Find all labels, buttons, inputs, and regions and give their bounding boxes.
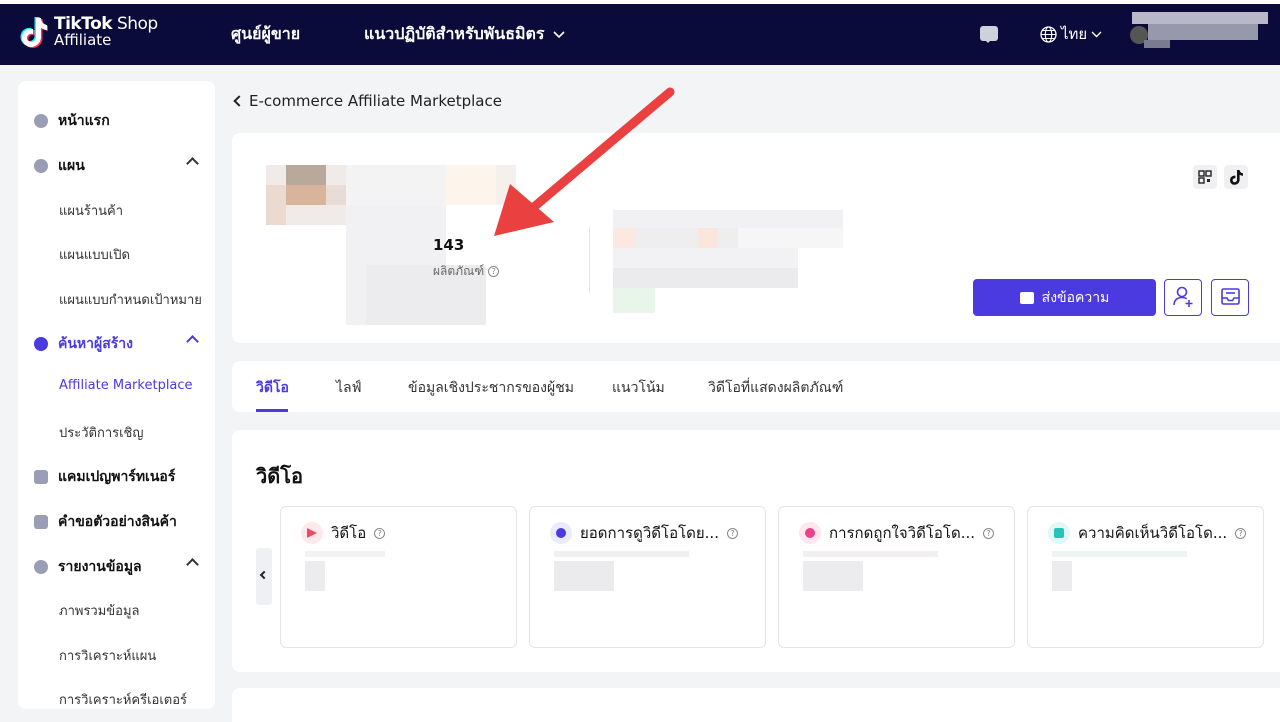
metric-label: การกดถูกใจวิดีโอโด...	[829, 524, 975, 542]
home-icon	[34, 114, 48, 128]
heart-icon	[799, 522, 821, 544]
metric-card-videos: วิดีโอ ?	[280, 506, 517, 648]
logo-shop: Shop	[112, 14, 158, 34]
qr-code-icon[interactable]	[1193, 165, 1217, 189]
sidebar-item-invitation-history[interactable]: ประวัติการเชิญ	[59, 422, 215, 443]
user-account-blurred[interactable]	[1122, 10, 1270, 48]
annotation-arrow	[494, 87, 675, 236]
sidebar-item-targeted-plan[interactable]: แผนแบบกำหนดเป้าหมาย	[59, 289, 215, 310]
tiktok-shop-logo[interactable]: TikTok Shop Affiliate	[20, 16, 158, 48]
chart-icon	[34, 560, 48, 574]
send-message-label: ส่งข้อความ	[1041, 288, 1110, 305]
nav-partner-guidelines-label: แนวปฏิบัติสำหรับพันธมิตร	[364, 24, 545, 43]
metric-card-video-comments: ความคิดเห็นวิดีโอโด... ?	[1027, 506, 1264, 648]
sidebar-item-label: ค้นหาผู้สร้าง	[58, 336, 133, 352]
sidebar-item-label: แคมเปญพาร์ทเนอร์	[58, 469, 176, 485]
sidebar-item-sample-requests[interactable]: คำขอตัวอย่างสินค้า	[34, 511, 215, 533]
logo-affiliate: Affiliate	[54, 31, 112, 49]
tab-live[interactable]: ไลฟ์	[336, 377, 362, 399]
nav-partner-guidelines[interactable]: แนวปฏิบัติสำหรับพันธมิตร	[364, 22, 565, 47]
metric-label: ความคิดเห็นวิดีโอโด...	[1078, 524, 1228, 542]
comment-icon	[1048, 522, 1070, 544]
sidebar: หน้าแรก แผน แผนร้านค้า แผนแบบเปิด แผนแบบ…	[18, 81, 215, 709]
section-title: วิดีโอ	[256, 464, 303, 488]
search-icon	[34, 337, 48, 351]
top-strip	[0, 0, 1280, 4]
sidebar-item-plan-analysis[interactable]: การวิเคราะห์แผน	[59, 645, 215, 666]
sidebar-item-open-plan[interactable]: แผนแบบเปิด	[59, 244, 215, 265]
plan-icon	[34, 159, 48, 173]
send-message-button[interactable]: ส่งข้อความ	[973, 279, 1156, 316]
sidebar-item-creator-analysis[interactable]: การวิเคราะห์ครีเอเตอร์	[59, 689, 215, 710]
help-icon[interactable]: ?	[726, 527, 738, 539]
tab-videos[interactable]: วิดีโอ	[256, 377, 289, 399]
carousel-prev-button[interactable]	[256, 548, 272, 605]
sidebar-item-home[interactable]: หน้าแรก	[34, 110, 215, 132]
metric-card-video-likes: การกดถูกใจวิดีโอโด... ?	[778, 506, 1015, 648]
next-section-card	[232, 688, 1280, 722]
tab-product-videos[interactable]: วิดีโอที่แสดงผลิตภัณฑ์	[708, 377, 843, 399]
add-creator-button[interactable]	[1164, 279, 1202, 316]
tiktok-logo-icon	[20, 16, 49, 48]
sidebar-item-find-creators[interactable]: ค้นหาผู้สร้าง	[34, 333, 215, 355]
tab-audience-demographics[interactable]: ข้อมูลเชิงประชากรของผู้ชม	[408, 377, 574, 399]
breadcrumb-label: E-commerce Affiliate Marketplace	[249, 92, 502, 110]
content-tabs: วิดีโอ ไลฟ์ ข้อมูลเชิงประชากรของผู้ชม แน…	[232, 361, 1280, 412]
add-user-icon	[1172, 286, 1192, 307]
top-header: TikTok Shop Affiliate ศูนย์ผู้ขาย แนวปฏิ…	[0, 0, 1280, 65]
box-icon	[34, 515, 48, 529]
products-label: ผลิตภัณฑ์	[433, 264, 485, 278]
sidebar-item-label: คำขอตัวอย่างสินค้า	[58, 514, 177, 530]
chevron-down-icon	[552, 30, 565, 38]
chevron-down-icon	[1091, 31, 1102, 37]
breadcrumb[interactable]: E-commerce Affiliate Marketplace	[233, 92, 502, 110]
sidebar-item-label: รายงานข้อมูล	[58, 559, 142, 575]
sidebar-item-data-reports[interactable]: รายงานข้อมูล	[34, 556, 215, 578]
active-tab-indicator	[256, 409, 288, 412]
chevron-up-icon	[186, 335, 199, 348]
messages-icon[interactable]	[980, 26, 998, 43]
help-icon[interactable]: ?	[1235, 527, 1247, 539]
chevron-up-icon	[186, 157, 199, 170]
eye-icon	[550, 522, 572, 544]
inbox-button[interactable]	[1211, 279, 1249, 316]
inbox-icon	[1220, 288, 1240, 305]
sidebar-item-shop-plan[interactable]: แผนร้านค้า	[59, 200, 215, 221]
help-icon[interactable]: ?	[374, 527, 386, 539]
sidebar-item-plans[interactable]: แผน	[34, 155, 215, 177]
globe-icon	[1040, 25, 1057, 43]
sidebar-item-label: หน้าแรก	[58, 113, 110, 129]
shield-icon	[34, 470, 48, 484]
metric-card-video-views: ยอดการดูวิดีโอโดย... ?	[529, 506, 766, 648]
play-icon	[301, 522, 323, 544]
chat-icon	[1019, 291, 1034, 304]
metric-label: วิดีโอ	[331, 524, 367, 542]
metric-label: ยอดการดูวิดีโอโดย...	[580, 524, 719, 542]
chevron-left-icon	[259, 570, 269, 580]
tiktok-icon[interactable]	[1224, 165, 1248, 189]
language-selector[interactable]: ไทย	[1040, 22, 1102, 46]
sidebar-item-affiliate-marketplace[interactable]: Affiliate Marketplace	[59, 378, 215, 393]
help-icon[interactable]: ?	[983, 527, 994, 539]
help-icon[interactable]: ?	[488, 266, 500, 277]
chevron-up-icon	[186, 558, 199, 571]
language-label: ไทย	[1061, 25, 1088, 43]
sidebar-item-data-overview[interactable]: ภาพรวมข้อมูล	[59, 600, 215, 621]
back-chevron-icon	[233, 95, 245, 107]
tab-trends[interactable]: แนวโน้ม	[612, 377, 665, 399]
nav-seller-center[interactable]: ศูนย์ผู้ขาย	[231, 22, 300, 47]
sidebar-item-label: แผน	[58, 158, 85, 174]
sidebar-item-partner-campaigns[interactable]: แคมเปญพาร์ทเนอร์	[34, 466, 215, 488]
